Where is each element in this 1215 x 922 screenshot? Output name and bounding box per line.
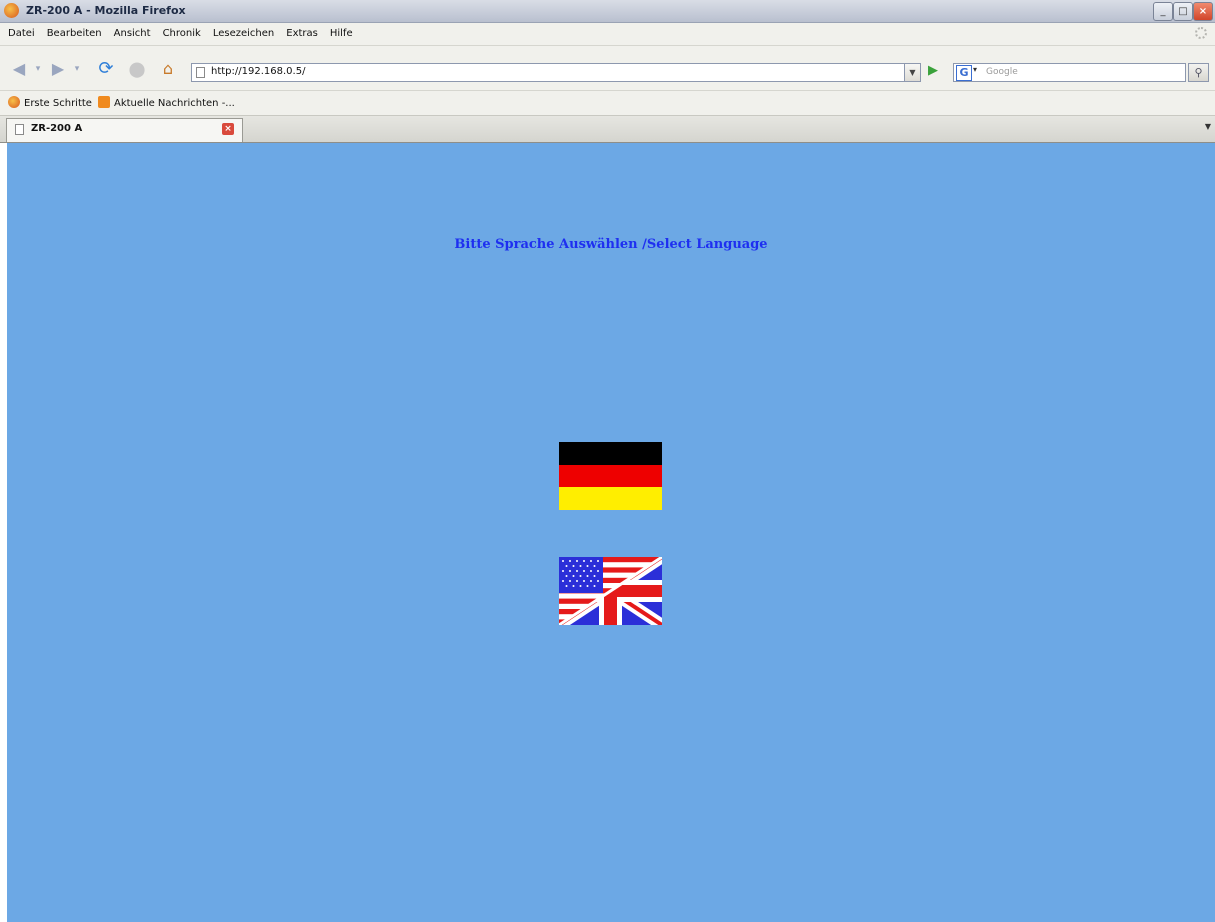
german-flag-icon: [559, 442, 662, 510]
menu-hilfe[interactable]: Hilfe: [324, 23, 359, 45]
url-text: http://192.168.0.5/: [211, 66, 306, 77]
firefox-icon: [4, 3, 19, 18]
bookmark-label: Erste Schritte: [24, 98, 92, 109]
go-arrow-icon: ▶: [928, 63, 938, 78]
title-bar: ZR-200 A - Mozilla Firefox _ □ ×: [0, 0, 1215, 23]
menu-ansicht[interactable]: Ansicht: [108, 23, 157, 45]
chevron-down-icon: ▼: [1204, 122, 1211, 131]
bookmarks-toolbar: Erste Schritte Aktuelle Nachrichten -...: [0, 91, 1215, 116]
home-button[interactable]: ⌂: [157, 59, 179, 79]
chevron-down-icon: ▾: [74, 64, 80, 74]
search-icon: ⚲: [1194, 66, 1203, 79]
chevron-down-icon[interactable]: ▾: [973, 65, 977, 74]
url-history-dropdown[interactable]: ▼: [904, 63, 921, 82]
navigation-toolbar: ◀ ▾ ▶ ▾ ⟳ ⬤ ⌂ http://192.168.0.5/ ▼ ▶ G …: [0, 46, 1215, 91]
bookmark-aktuelle-nachrichten[interactable]: Aktuelle Nachrichten -...: [98, 96, 235, 109]
menu-bar: Datei Bearbeiten Ansicht Chronik Lesezeichen…: [0, 23, 1215, 46]
page-icon: [15, 124, 24, 135]
back-button[interactable]: ◀: [8, 59, 30, 79]
home-icon: ⌂: [162, 59, 174, 78]
firefox-icon: [8, 96, 20, 108]
page-icon: [196, 67, 205, 78]
stop-button[interactable]: ⬤: [126, 59, 148, 79]
tab-strip: ZR-200 A × ▼: [0, 116, 1215, 143]
chevron-down-icon: ▼: [909, 68, 916, 77]
search-placeholder: Google: [986, 67, 1018, 77]
tab-list-button[interactable]: ▼: [1205, 122, 1211, 131]
reload-icon: ⟳: [98, 58, 114, 79]
page-content: Bitte Sprache Auswählen /Select Language: [7, 143, 1215, 922]
go-button[interactable]: ▶: [924, 61, 942, 81]
us-uk-flag-icon: [558, 555, 663, 627]
url-bar[interactable]: http://192.168.0.5/: [191, 63, 921, 82]
tab-title: ZR-200 A: [31, 123, 83, 134]
forward-arrow-icon: ▶: [51, 59, 65, 78]
minimize-button[interactable]: _: [1153, 2, 1173, 21]
language-english-link[interactable]: [558, 555, 663, 627]
menu-lesezeichen[interactable]: Lesezeichen: [207, 23, 280, 45]
forward-button[interactable]: ▶: [47, 59, 69, 79]
search-button[interactable]: ⚲: [1188, 63, 1209, 82]
activity-throbber-icon: [1195, 27, 1207, 39]
browser-window: ZR-200 A - Mozilla Firefox _ □ × Datei Be…: [0, 0, 1215, 922]
chevron-down-icon: ▾: [35, 64, 41, 74]
close-tab-icon[interactable]: ×: [222, 123, 234, 135]
search-input[interactable]: G ▾ Google: [953, 63, 1186, 82]
tab-zr-200a[interactable]: ZR-200 A ×: [6, 118, 243, 142]
reload-button[interactable]: ⟳: [95, 59, 117, 79]
close-window-button[interactable]: ×: [1193, 2, 1213, 21]
menu-datei[interactable]: Datei: [2, 23, 41, 45]
back-history-dropdown[interactable]: ▾: [33, 59, 43, 79]
page-heading: Bitte Sprache Auswählen /Select Language: [454, 237, 768, 252]
maximize-button[interactable]: □: [1173, 2, 1193, 21]
menu-chronik[interactable]: Chronik: [157, 23, 207, 45]
bookmark-erste-schritte[interactable]: Erste Schritte: [8, 96, 92, 109]
language-german-link[interactable]: [559, 442, 662, 510]
forward-history-dropdown[interactable]: ▾: [72, 59, 82, 79]
menu-extras[interactable]: Extras: [280, 23, 324, 45]
google-engine-icon[interactable]: G: [956, 65, 972, 81]
back-arrow-icon: ◀: [12, 59, 26, 78]
menu-bearbeiten[interactable]: Bearbeiten: [41, 23, 108, 45]
bookmark-label: Aktuelle Nachrichten -...: [114, 98, 235, 109]
stop-icon: ⬤: [128, 60, 146, 78]
rss-feed-icon: [98, 96, 110, 108]
window-title: ZR-200 A - Mozilla Firefox: [26, 4, 186, 17]
